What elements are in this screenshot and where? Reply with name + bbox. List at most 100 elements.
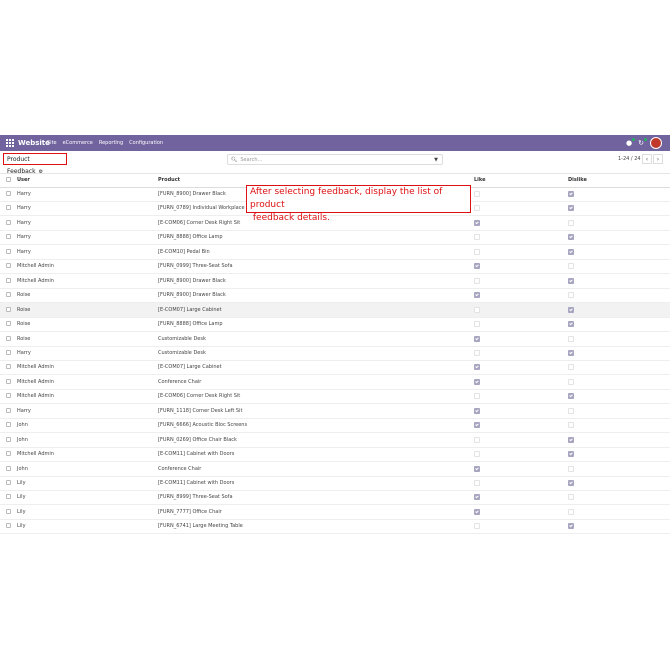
dislike-checkbox[interactable] bbox=[568, 191, 574, 197]
table-row[interactable]: John Conference Chair bbox=[0, 462, 670, 477]
row-checkbox[interactable] bbox=[6, 205, 11, 211]
like-checkbox[interactable] bbox=[474, 234, 480, 241]
like-checkbox[interactable] bbox=[474, 292, 480, 299]
row-checkbox[interactable] bbox=[6, 378, 11, 384]
like-checkbox[interactable] bbox=[474, 393, 480, 400]
like-checkbox[interactable] bbox=[474, 465, 480, 472]
like-checkbox[interactable] bbox=[474, 349, 480, 356]
header-user[interactable]: User bbox=[17, 173, 30, 187]
row-checkbox[interactable] bbox=[6, 480, 11, 485]
row-checkbox[interactable] bbox=[6, 508, 11, 514]
dislike-checkbox[interactable] bbox=[568, 248, 574, 255]
table-row[interactable]: Lily [FURN_8999] Three-Seat Sofa bbox=[0, 490, 670, 506]
like-checkbox[interactable] bbox=[474, 451, 480, 458]
table-row[interactable]: Roise [FURN_8900] Drawer Black bbox=[0, 288, 670, 304]
row-checkbox[interactable] bbox=[6, 393, 11, 399]
row-checkbox[interactable] bbox=[6, 306, 11, 312]
row-checkbox[interactable] bbox=[6, 465, 11, 471]
table-row[interactable]: Mitchell Admin [E-COM06] Corner Desk Righ… bbox=[0, 389, 670, 405]
row-checkbox[interactable] bbox=[6, 292, 11, 298]
table-row[interactable]: John [FURN_6666] Acoustic Bloc Screens bbox=[0, 418, 670, 434]
menu-site[interactable]: Site bbox=[47, 138, 57, 148]
search-box[interactable]: 🔍︎ Search... ▼ bbox=[227, 154, 443, 165]
dislike-checkbox[interactable] bbox=[568, 263, 574, 270]
table-row[interactable]: Mitchell Admin [FURN_0999] Three-Seat Sof… bbox=[0, 259, 670, 275]
like-checkbox[interactable] bbox=[474, 191, 480, 197]
like-checkbox[interactable] bbox=[474, 494, 480, 501]
row-checkbox[interactable] bbox=[6, 494, 11, 500]
like-checkbox[interactable] bbox=[474, 248, 480, 255]
row-checkbox[interactable] bbox=[6, 523, 11, 529]
dislike-checkbox[interactable] bbox=[568, 393, 574, 400]
row-checkbox[interactable] bbox=[6, 277, 11, 283]
like-checkbox[interactable] bbox=[474, 321, 480, 328]
select-all-checkbox[interactable] bbox=[6, 177, 11, 182]
row-checkbox[interactable] bbox=[6, 407, 11, 413]
dislike-checkbox[interactable] bbox=[568, 436, 574, 443]
table-row[interactable]: Mitchell Admin [FURN_8900] Drawer Black bbox=[0, 274, 670, 289]
dislike-checkbox[interactable] bbox=[568, 480, 574, 486]
dislike-checkbox[interactable] bbox=[568, 219, 574, 226]
row-checkbox[interactable] bbox=[6, 436, 11, 442]
dislike-checkbox[interactable] bbox=[568, 494, 574, 501]
dislike-checkbox[interactable] bbox=[568, 349, 574, 356]
table-row[interactable]: Lily [E-COM11] Cabinet with Doors bbox=[0, 476, 670, 491]
pager-next-button[interactable]: › bbox=[653, 154, 663, 164]
dislike-checkbox[interactable] bbox=[568, 234, 574, 241]
table-row[interactable]: Harry Customizable Desk bbox=[0, 346, 670, 361]
menu-ecommerce[interactable]: eCommerce bbox=[63, 138, 93, 148]
dislike-checkbox[interactable] bbox=[568, 335, 574, 342]
search-input[interactable]: Search... bbox=[240, 157, 262, 163]
like-checkbox[interactable] bbox=[474, 523, 480, 530]
table-row[interactable]: Mitchell Admin [E-COM07] Large Cabinet bbox=[0, 360, 670, 376]
row-checkbox[interactable] bbox=[6, 364, 11, 370]
header-dislike[interactable]: Dislike bbox=[568, 173, 587, 187]
table-row[interactable]: Harry [FURN_8888] Office Lamp bbox=[0, 230, 670, 246]
chat-icon[interactable]: ● bbox=[626, 137, 636, 149]
dislike-checkbox[interactable] bbox=[568, 378, 574, 385]
table-row[interactable]: Harry [FURN_1118] Corner Desk Left Sit bbox=[0, 404, 670, 419]
activity-icon[interactable]: ↻ bbox=[638, 137, 647, 149]
table-row[interactable]: Mitchell Admin [E-COM11] Cabinet with Doo… bbox=[0, 447, 670, 463]
dislike-checkbox[interactable] bbox=[568, 407, 574, 414]
table-row[interactable]: Lily [FURN_7777] Office Chair bbox=[0, 505, 670, 520]
row-checkbox[interactable] bbox=[6, 234, 11, 240]
dislike-checkbox[interactable] bbox=[568, 465, 574, 472]
row-checkbox[interactable] bbox=[6, 335, 11, 341]
caret-down-icon[interactable]: ▼ bbox=[434, 155, 438, 166]
header-product[interactable]: Product bbox=[158, 173, 180, 187]
like-checkbox[interactable] bbox=[474, 480, 480, 486]
like-checkbox[interactable] bbox=[474, 306, 480, 313]
row-checkbox[interactable] bbox=[6, 191, 11, 196]
like-checkbox[interactable] bbox=[474, 508, 480, 515]
menu-reporting[interactable]: Reporting bbox=[99, 138, 123, 148]
user-avatar[interactable] bbox=[650, 137, 662, 149]
row-checkbox[interactable] bbox=[6, 321, 11, 327]
pager-value[interactable]: 1-24 / 24 bbox=[618, 154, 641, 164]
dislike-checkbox[interactable] bbox=[568, 451, 574, 458]
row-checkbox[interactable] bbox=[6, 422, 11, 428]
like-checkbox[interactable] bbox=[474, 436, 480, 443]
dislike-checkbox[interactable] bbox=[568, 508, 574, 515]
like-checkbox[interactable] bbox=[474, 407, 480, 414]
like-checkbox[interactable] bbox=[474, 205, 480, 212]
dislike-checkbox[interactable] bbox=[568, 422, 574, 429]
dislike-checkbox[interactable] bbox=[568, 292, 574, 299]
table-row[interactable]: Roise Customizable Desk bbox=[0, 332, 670, 347]
dislike-checkbox[interactable] bbox=[568, 321, 574, 328]
table-row[interactable]: John [FURN_0269] Office Chair Black bbox=[0, 433, 670, 448]
table-row[interactable]: Harry [E-COM10] Pedal Bin bbox=[0, 245, 670, 260]
table-row[interactable]: Mitchell Admin Conference Chair bbox=[0, 375, 670, 390]
dislike-checkbox[interactable] bbox=[568, 306, 574, 313]
app-brand[interactable]: Website bbox=[18, 137, 50, 149]
dislike-checkbox[interactable] bbox=[568, 364, 574, 371]
row-checkbox[interactable] bbox=[6, 248, 11, 254]
like-checkbox[interactable] bbox=[474, 263, 480, 270]
row-checkbox[interactable] bbox=[6, 451, 11, 457]
table-row[interactable]: Lily [FURN_6741] Large Meeting Table bbox=[0, 519, 670, 535]
menu-configuration[interactable]: Configuration bbox=[129, 138, 163, 148]
table-row[interactable]: Roise [FURN_8888] Office Lamp bbox=[0, 317, 670, 333]
row-checkbox[interactable] bbox=[6, 219, 11, 225]
like-checkbox[interactable] bbox=[474, 277, 480, 284]
like-checkbox[interactable] bbox=[474, 378, 480, 385]
